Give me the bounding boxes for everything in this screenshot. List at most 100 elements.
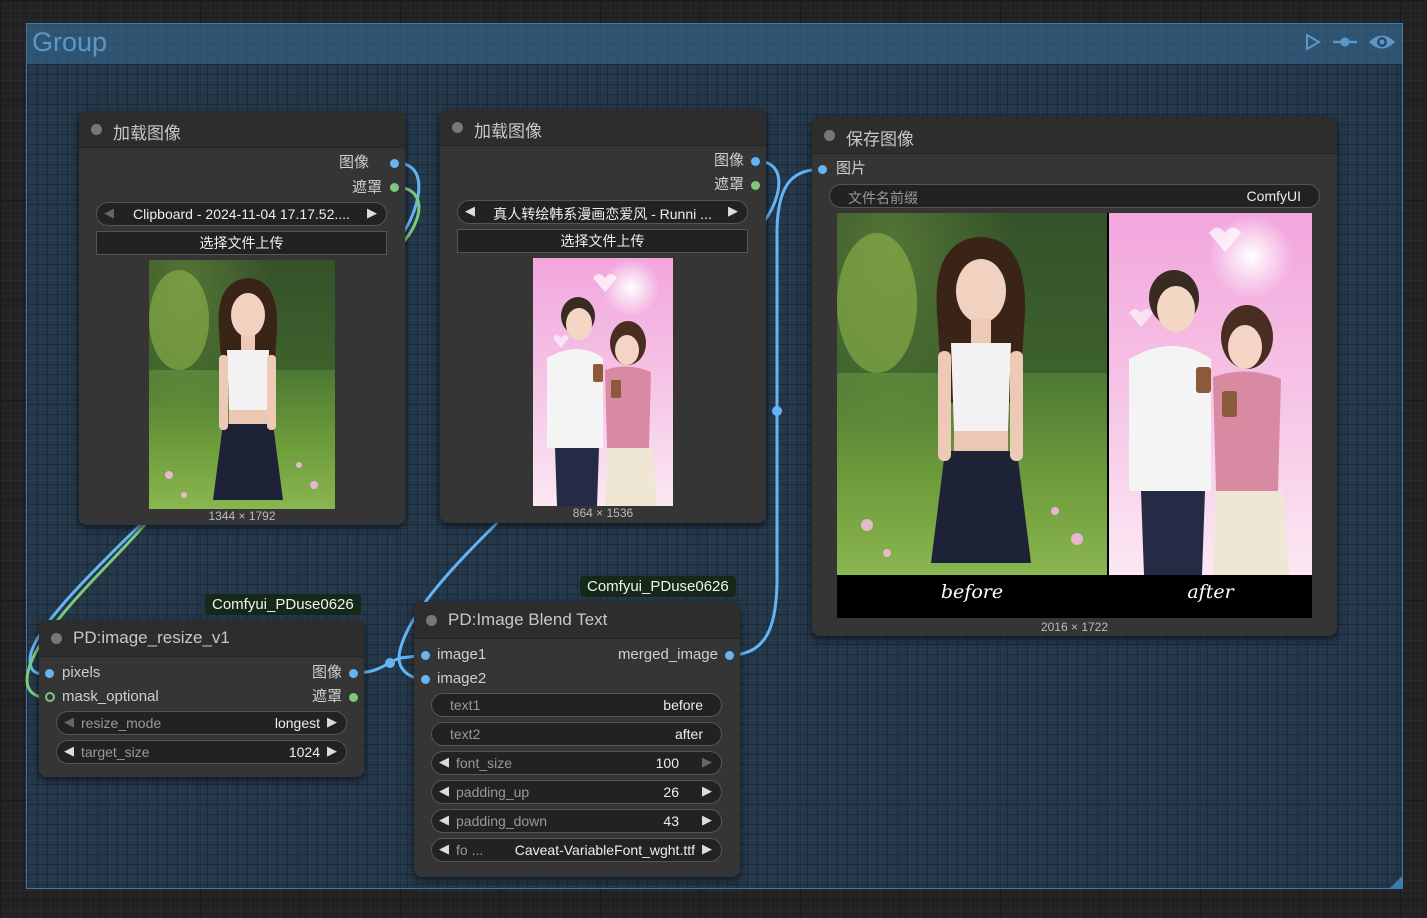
output-mask-slot[interactable]	[751, 181, 760, 190]
after-caption: after	[1187, 581, 1234, 603]
group-header[interactable]: Group	[27, 24, 1402, 64]
load-image-node-2[interactable]: 加载图像 图像 遮罩 ◀ 真人转绘韩系漫画恋爱风 - Runni ... ▶ 选…	[440, 109, 766, 523]
next-arrow-icon[interactable]: ▶	[367, 205, 377, 221]
field-value: Caveat-VariableFont_wght.ttf	[514, 842, 695, 858]
node-header[interactable]: 加载图像	[79, 111, 405, 148]
preview-image	[149, 260, 335, 509]
node-title: PD:Image Blend Text	[448, 610, 608, 629]
output-mask-slot[interactable]	[390, 183, 399, 192]
field-label: padding_up	[456, 784, 530, 800]
input-image1-slot[interactable]	[421, 651, 430, 660]
image-file-select[interactable]: ◀ 真人转绘韩系漫画恋爱风 - Runni ... ▶	[457, 200, 748, 224]
field-label: text1	[450, 697, 481, 713]
field-value: longest	[274, 715, 320, 731]
photo-girl-illustration	[149, 260, 335, 500]
padding-down-stepper[interactable]: ◀ padding_down 43 ▶	[431, 809, 722, 833]
eye-icon[interactable]	[1368, 32, 1396, 52]
node-header[interactable]: 保存图像	[812, 117, 1337, 154]
preview-image	[533, 258, 673, 506]
collapse-dot[interactable]	[426, 615, 437, 626]
increment-arrow-icon[interactable]: ▶	[702, 783, 712, 799]
field-label: target_size	[81, 744, 150, 760]
filename-prefix-field[interactable]: 文件名前缀 ComfyUI	[829, 184, 1320, 208]
image-file-select[interactable]: ◀ Clipboard - 2024-11-04 17.17.52.... ▶	[96, 202, 387, 226]
next-arrow-icon[interactable]: ▶	[702, 841, 712, 857]
file-name-value: Clipboard - 2024-11-04 17.17.52....	[133, 206, 350, 222]
after-image	[1109, 213, 1312, 575]
next-arrow-icon[interactable]: ▶	[327, 714, 337, 730]
decrement-arrow-icon[interactable]: ◀	[439, 812, 449, 828]
image-blend-text-node[interactable]: PD:Image Blend Text image1 image2 merged…	[414, 602, 740, 877]
node-title: PD:image_resize_v1	[73, 628, 230, 647]
decrement-arrow-icon[interactable]: ◀	[439, 783, 449, 799]
play-icon[interactable]	[1304, 33, 1322, 51]
input-images-label: 图片	[836, 160, 867, 177]
image-resize-node[interactable]: PD:image_resize_v1 pixels mask_optional …	[39, 620, 364, 777]
node-title: 加载图像	[474, 122, 542, 141]
output-image-slot[interactable]	[390, 159, 399, 168]
upload-button[interactable]: 选择文件上传	[457, 229, 748, 253]
group-resize-handle[interactable]	[1390, 876, 1402, 888]
font-size-stepper[interactable]: ◀ font_size 100 ▶	[431, 751, 722, 775]
field-label: fo ...	[456, 842, 484, 858]
collapse-dot[interactable]	[824, 130, 835, 141]
input-mask-slot[interactable]	[45, 692, 55, 702]
before-image	[837, 213, 1107, 575]
output-image-slot[interactable]	[751, 157, 760, 166]
collapse-dot[interactable]	[91, 124, 102, 135]
node-header[interactable]: PD:image_resize_v1	[39, 620, 364, 657]
resize-mode-select[interactable]: ◀ resize_mode longest ▶	[56, 711, 347, 735]
node-badge: Comfyui_PDuse0626	[205, 594, 361, 615]
target-size-stepper[interactable]: ◀ target_size 1024 ▶	[56, 740, 347, 764]
prev-arrow-icon[interactable]: ◀	[104, 205, 114, 221]
bypass-icon[interactable]	[1332, 34, 1358, 50]
prev-arrow-icon[interactable]: ◀	[465, 203, 475, 219]
anime-couple-illustration	[1129, 227, 1289, 575]
padding-up-stepper[interactable]: ◀ padding_up 26 ▶	[431, 780, 722, 804]
text1-field[interactable]: text1 before	[431, 693, 722, 717]
field-label: font_size	[456, 755, 513, 771]
output-image-label: 图像	[338, 154, 369, 171]
node-header[interactable]: 加载图像	[440, 109, 766, 146]
photo-girl-illustration	[837, 213, 1107, 563]
decrement-arrow-icon[interactable]: ◀	[439, 754, 449, 770]
collapse-dot[interactable]	[51, 633, 62, 644]
input-images-slot[interactable]	[818, 165, 827, 174]
result-preview-image: before after	[837, 213, 1312, 618]
before-caption: before	[940, 581, 1004, 603]
output-image-slot[interactable]	[349, 669, 358, 678]
input-image2-slot[interactable]	[421, 675, 430, 684]
output-merged-slot[interactable]	[725, 651, 734, 660]
collapse-dot[interactable]	[452, 122, 463, 133]
increment-arrow-icon[interactable]: ▶	[327, 743, 337, 759]
increment-arrow-icon[interactable]: ▶	[702, 812, 712, 828]
load-image-node-1[interactable]: 加载图像 图像 遮罩 ◀ Clipboard - 2024-11-04 17.1…	[79, 111, 405, 525]
field-label: 文件名前缀	[848, 190, 918, 206]
field-value: 100	[655, 755, 679, 771]
next-arrow-icon[interactable]: ▶	[728, 203, 738, 219]
text2-field[interactable]: text2 after	[431, 722, 722, 746]
node-header[interactable]: PD:Image Blend Text	[414, 602, 740, 639]
prev-arrow-icon[interactable]: ◀	[64, 714, 74, 730]
prev-arrow-icon[interactable]: ◀	[439, 841, 449, 857]
output-mask-label: 遮罩	[311, 688, 342, 705]
output-mask-slot[interactable]	[349, 693, 358, 702]
field-value: 43	[663, 813, 679, 829]
output-image-label: 图像	[713, 152, 744, 169]
output-mask-label: 遮罩	[351, 179, 382, 196]
save-image-node[interactable]: 保存图像 图片 文件名前缀 ComfyUI before after 2016 …	[812, 117, 1337, 636]
node-badge: Comfyui_PDuse0626	[580, 576, 736, 597]
field-label: text2	[450, 726, 481, 742]
increment-arrow-icon[interactable]: ▶	[702, 754, 712, 770]
input-pixels-slot[interactable]	[45, 669, 54, 678]
font-file-select[interactable]: ◀ fo ... Caveat-VariableFont_wght.ttf ▶	[431, 838, 722, 862]
field-value: ComfyUI	[1246, 188, 1301, 204]
upload-button[interactable]: 选择文件上传	[96, 231, 387, 255]
decrement-arrow-icon[interactable]: ◀	[64, 743, 74, 759]
input-image1-label: image1	[437, 646, 487, 663]
group-toolbar	[1304, 32, 1396, 52]
field-label: resize_mode	[81, 715, 162, 731]
input-mask-label: mask_optional	[62, 688, 159, 705]
input-pixels-label: pixels	[62, 664, 101, 681]
anime-couple-illustration	[547, 274, 657, 506]
